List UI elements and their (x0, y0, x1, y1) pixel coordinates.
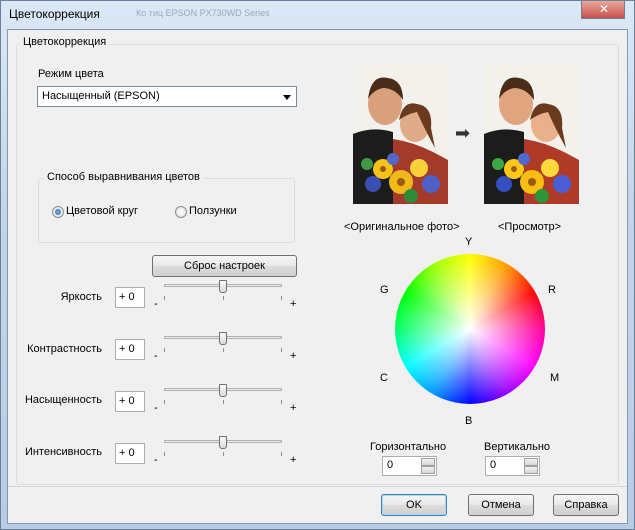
brightness-label: Яркость (60, 291, 102, 303)
intensity-minus-label: - (154, 454, 158, 466)
contrast-label: Контрастность (27, 343, 102, 355)
preview-photo (484, 64, 579, 204)
contrast-minus-label: - (154, 350, 158, 362)
vertical-down-button[interactable] (524, 466, 538, 474)
contrast-slider[interactable] (164, 332, 282, 352)
horizontal-up-button[interactable] (421, 458, 435, 466)
slider-tick (223, 452, 224, 456)
preview-photo-image (484, 64, 579, 204)
contrast-plus-label: + (290, 350, 297, 362)
vertical-spinner[interactable]: 0 (485, 456, 540, 476)
saturation-minus-label: - (154, 402, 158, 414)
radio-color-wheel-label[interactable]: Цветовой круг (66, 205, 138, 217)
original-photo-label: <Оригинальное фото> (344, 221, 460, 233)
color-mode-value: Насыщенный (EPSON) (42, 90, 160, 102)
radio-sliders-label[interactable]: Ползунки (189, 205, 237, 217)
cancel-button[interactable]: Отмена (468, 494, 534, 516)
original-photo-image (353, 64, 448, 204)
wheel-label-y: Y (465, 236, 473, 248)
color-method-title: Способ выравнивания цветов (44, 171, 203, 183)
help-button[interactable]: Справка (553, 494, 619, 516)
brightness-slider[interactable] (164, 280, 282, 300)
intensity-plus-label: + (290, 454, 297, 466)
slider-thumb[interactable] (219, 280, 227, 293)
arrow-right-icon: ➡ (455, 123, 471, 143)
close-button[interactable]: ✕ (581, 1, 625, 19)
vertical-label: Вертикально (484, 441, 551, 453)
slider-tick (164, 400, 165, 404)
horizontal-down-button[interactable] (421, 466, 435, 474)
color-mode-label: Режим цвета (38, 68, 104, 80)
horizontal-label: Горизонтально (370, 441, 447, 453)
wheel-label-g: G (380, 284, 389, 296)
slider-tick (223, 348, 224, 352)
horizontal-value: 0 (387, 459, 394, 471)
original-photo (353, 64, 448, 204)
vertical-value: 0 (490, 459, 497, 471)
slider-thumb[interactable] (219, 332, 227, 345)
wheel-label-r: R (548, 284, 556, 296)
chevron-down-icon (283, 95, 291, 100)
slider-tick (164, 348, 165, 352)
preview-photo-label: <Просмотр> (498, 221, 562, 233)
close-icon: ✕ (599, 2, 610, 16)
title-bar[interactable]: Цветокоррекция Ко тиц EPSON PX730WD Seri… (1, 1, 634, 29)
wheel-center-marker[interactable]: + (464, 322, 472, 337)
background-window-title: Ко тиц EPSON PX730WD Series (136, 8, 270, 18)
brightness-minus-label: - (154, 298, 158, 310)
slider-tick (223, 296, 224, 300)
slider-tick (223, 400, 224, 404)
footer-separator (8, 486, 627, 487)
vertical-up-button[interactable] (524, 458, 538, 466)
dialog-window: Цветокоррекция Ко тиц EPSON PX730WD Seri… (0, 0, 635, 530)
slider-tick (281, 348, 282, 352)
reset-settings-button[interactable]: Сброс настроек (152, 255, 297, 277)
window-title: Цветокоррекция (9, 7, 100, 21)
dialog-client-area: Цветокоррекция Режим цвета Насыщенный (E… (7, 29, 628, 524)
intensity-value-field[interactable]: + 0 (115, 443, 145, 464)
slider-tick (164, 452, 165, 456)
saturation-plus-label: + (290, 402, 297, 414)
color-mode-select[interactable]: Насыщенный (EPSON) (37, 86, 297, 107)
slider-thumb[interactable] (219, 436, 227, 449)
slider-tick (281, 296, 282, 300)
group-title: Цветокоррекция (20, 36, 110, 48)
slider-tick (164, 296, 165, 300)
wheel-label-m: M (550, 372, 560, 384)
intensity-slider[interactable] (164, 436, 282, 456)
radio-color-wheel[interactable] (52, 206, 64, 218)
radio-sliders[interactable] (175, 206, 187, 218)
brightness-plus-label: + (290, 298, 297, 310)
contrast-value-field[interactable]: + 0 (115, 339, 145, 360)
saturation-slider[interactable] (164, 384, 282, 404)
brightness-value-field[interactable]: + 0 (115, 287, 145, 308)
saturation-label: Насыщенность (24, 394, 102, 406)
slider-tick (281, 400, 282, 404)
horizontal-spinner[interactable]: 0 (382, 456, 437, 476)
wheel-label-c: C (380, 372, 388, 384)
ok-button[interactable]: OK (381, 494, 447, 516)
slider-thumb[interactable] (219, 384, 227, 397)
wheel-label-b: B (465, 415, 473, 427)
slider-tick (281, 452, 282, 456)
saturation-value-field[interactable]: + 0 (115, 391, 145, 412)
intensity-label: Интенсивность (24, 446, 102, 458)
